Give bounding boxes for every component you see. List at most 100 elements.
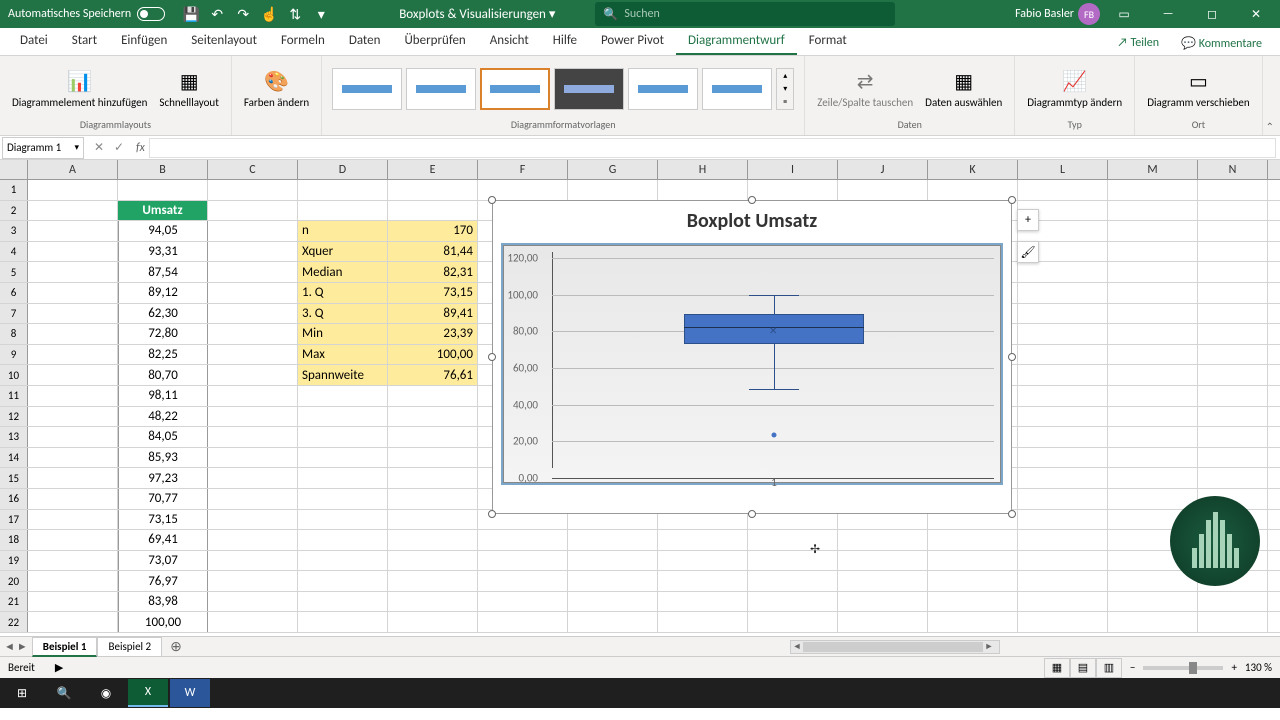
- cell[interactable]: [208, 365, 298, 385]
- cell[interactable]: [28, 448, 118, 468]
- select-data-button[interactable]: ▦Daten auswählen: [921, 68, 1006, 111]
- column-header[interactable]: B: [118, 160, 208, 179]
- cell[interactable]: [28, 283, 118, 303]
- column-header[interactable]: E: [388, 160, 478, 179]
- cell[interactable]: 3. Q: [298, 304, 388, 324]
- ribbon-tab-power pivot[interactable]: Power Pivot: [589, 28, 676, 55]
- cell[interactable]: [838, 592, 928, 612]
- cell[interactable]: [1018, 468, 1108, 488]
- redo-icon[interactable]: ↷: [231, 2, 255, 26]
- cell[interactable]: [28, 510, 118, 530]
- cell[interactable]: [28, 571, 118, 591]
- row-header[interactable]: 1: [0, 180, 28, 200]
- cell[interactable]: [208, 448, 298, 468]
- column-header[interactable]: L: [1018, 160, 1108, 179]
- cell[interactable]: [208, 510, 298, 530]
- cell[interactable]: [1018, 510, 1108, 530]
- cell[interactable]: [568, 180, 658, 200]
- share-button[interactable]: ↗ Teilen: [1107, 32, 1169, 55]
- cell[interactable]: [1018, 345, 1108, 365]
- sheet-tab[interactable]: Beispiel 2: [97, 637, 162, 657]
- cell[interactable]: Min: [298, 324, 388, 344]
- cell[interactable]: [1198, 592, 1268, 612]
- chart-style-5[interactable]: [628, 68, 698, 110]
- row-header[interactable]: 13: [0, 427, 28, 447]
- cell[interactable]: [208, 592, 298, 612]
- start-button[interactable]: ⊞: [2, 679, 42, 707]
- cell[interactable]: [28, 468, 118, 488]
- cell[interactable]: [28, 365, 118, 385]
- cell[interactable]: [208, 407, 298, 427]
- cell[interactable]: [208, 530, 298, 550]
- resize-handle[interactable]: [1008, 510, 1016, 518]
- undo-icon[interactable]: ↶: [205, 2, 229, 26]
- cell[interactable]: [478, 571, 568, 591]
- cell[interactable]: [1018, 365, 1108, 385]
- cell[interactable]: [28, 386, 118, 406]
- autosave-control[interactable]: Automatisches Speichern: [0, 7, 173, 21]
- row-header[interactable]: 16: [0, 489, 28, 509]
- sheet-nav-prev[interactable]: ◄: [4, 640, 15, 653]
- cell[interactable]: [208, 324, 298, 344]
- column-header[interactable]: D: [298, 160, 388, 179]
- cell[interactable]: [1198, 324, 1268, 344]
- cell[interactable]: [298, 612, 388, 632]
- cell[interactable]: [568, 571, 658, 591]
- cell[interactable]: [28, 262, 118, 282]
- cell[interactable]: [28, 489, 118, 509]
- change-chart-type-button[interactable]: 📈Diagrammtyp ändern: [1023, 68, 1126, 111]
- comments-button[interactable]: 💬 Kommentare: [1171, 32, 1272, 55]
- zoom-slider[interactable]: [1143, 666, 1223, 670]
- cell[interactable]: [1198, 365, 1268, 385]
- ribbon-tab-datei[interactable]: Datei: [8, 28, 60, 55]
- row-header[interactable]: 20: [0, 571, 28, 591]
- cell[interactable]: [1108, 468, 1198, 488]
- move-chart-button[interactable]: ▭Diagramm verschieben: [1143, 68, 1253, 111]
- cell[interactable]: [928, 551, 1018, 571]
- cell[interactable]: [388, 407, 478, 427]
- cell[interactable]: 94,05: [118, 221, 208, 241]
- collapse-ribbon-button[interactable]: ⌃: [1266, 120, 1274, 133]
- zoom-in-button[interactable]: +: [1231, 661, 1236, 674]
- cell[interactable]: [568, 530, 658, 550]
- name-box[interactable]: Diagramm 1▾: [2, 137, 84, 159]
- cell[interactable]: [478, 551, 568, 571]
- cell[interactable]: 98,11: [118, 386, 208, 406]
- cell[interactable]: [28, 427, 118, 447]
- ribbon-tab-ansicht[interactable]: Ansicht: [478, 28, 541, 55]
- cell[interactable]: [658, 571, 748, 591]
- cell[interactable]: [208, 571, 298, 591]
- cell[interactable]: [1108, 592, 1198, 612]
- cell[interactable]: [1198, 612, 1268, 632]
- row-header[interactable]: 15: [0, 468, 28, 488]
- cell[interactable]: [478, 612, 568, 632]
- row-header[interactable]: 8: [0, 324, 28, 344]
- ribbon-tab-start[interactable]: Start: [60, 28, 109, 55]
- chart-style-gallery[interactable]: ▴▾≡: [330, 66, 796, 112]
- cell[interactable]: [1018, 612, 1108, 632]
- cell[interactable]: [298, 427, 388, 447]
- chart-styles-button[interactable]: 🖌: [1017, 241, 1039, 263]
- cell[interactable]: 89,12: [118, 283, 208, 303]
- cell[interactable]: [388, 180, 478, 200]
- cell[interactable]: [208, 345, 298, 365]
- cell[interactable]: [1018, 386, 1108, 406]
- cell[interactable]: [208, 283, 298, 303]
- cell[interactable]: [1018, 530, 1108, 550]
- cell[interactable]: [298, 407, 388, 427]
- add-sheet-button[interactable]: ⊕: [162, 638, 190, 655]
- cell[interactable]: [928, 180, 1018, 200]
- resize-handle[interactable]: [748, 510, 756, 518]
- row-header[interactable]: 18: [0, 530, 28, 550]
- cell[interactable]: [658, 612, 748, 632]
- cell[interactable]: [1018, 448, 1108, 468]
- cell[interactable]: [28, 242, 118, 262]
- cell[interactable]: [208, 489, 298, 509]
- cell[interactable]: [1198, 427, 1268, 447]
- cell[interactable]: [1108, 221, 1198, 241]
- resize-handle[interactable]: [488, 353, 496, 361]
- maximize-button[interactable]: ◻: [1192, 0, 1232, 28]
- cell[interactable]: [928, 530, 1018, 550]
- cell[interactable]: [658, 592, 748, 612]
- cell[interactable]: [748, 612, 838, 632]
